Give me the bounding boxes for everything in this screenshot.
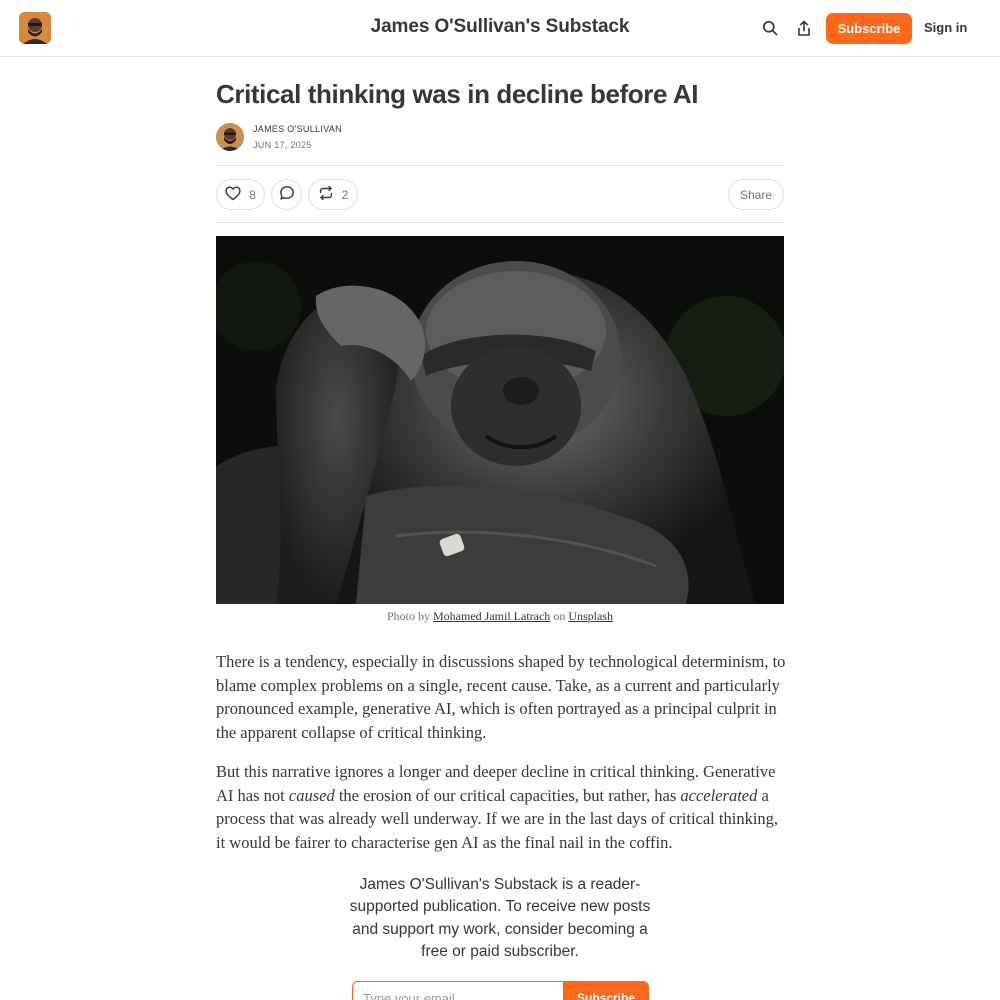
subscribe-form: Subscribe — [352, 981, 649, 1000]
photographer-link[interactable]: Mohamed Jamil Latrach — [433, 609, 550, 623]
author-avatar[interactable] — [216, 123, 244, 151]
author-name[interactable]: JAMES O'SULLIVAN — [253, 124, 342, 134]
hero-image — [216, 236, 784, 604]
paragraph-text: the erosion of our critical capacities, … — [334, 785, 681, 805]
top-bar: James O'Sullivan's Substack Subscribe Si… — [0, 0, 1000, 57]
comment-icon — [279, 185, 295, 204]
share-icon[interactable] — [793, 17, 815, 39]
caption-middle: on — [550, 609, 569, 623]
share-button[interactable]: Share — [728, 179, 784, 210]
post-title: Critical thinking was in decline before … — [216, 79, 699, 109]
restack-icon — [318, 185, 334, 204]
comment-button[interactable] — [271, 179, 302, 210]
restack-button[interactable]: 2 — [308, 179, 358, 210]
like-count: 8 — [249, 187, 256, 202]
divider — [216, 165, 784, 166]
subscribe-submit-button[interactable]: Subscribe — [563, 981, 649, 1000]
image-caption: Photo by Mohamed Jamil Latrach on Unspla… — [216, 609, 784, 624]
emphasis-accelerated: accelerated — [680, 785, 758, 805]
post-date: JUN 17, 2025 — [253, 140, 312, 150]
caption-prefix: Photo by — [387, 609, 434, 623]
unsplash-link[interactable]: Unsplash — [568, 609, 613, 623]
emphasis-caused: caused — [288, 785, 335, 805]
subscribe-button[interactable]: Subscribe — [826, 13, 912, 44]
sign-in-link[interactable]: Sign in — [924, 20, 967, 35]
heart-icon — [225, 186, 241, 204]
body-paragraph-1: There is a tendency, especially in discu… — [216, 652, 786, 742]
email-input[interactable] — [352, 981, 563, 1000]
share-label: Share — [739, 187, 773, 202]
like-button[interactable]: 8 — [216, 179, 265, 210]
search-icon[interactable] — [759, 17, 781, 39]
restack-count: 2 — [341, 187, 349, 202]
subscribe-promo-text: James O'Sullivan's Substack is a reader-… — [349, 876, 651, 961]
divider — [216, 222, 784, 223]
body-paragraph-2: But this narrative ignores a longer and … — [216, 760, 788, 854]
